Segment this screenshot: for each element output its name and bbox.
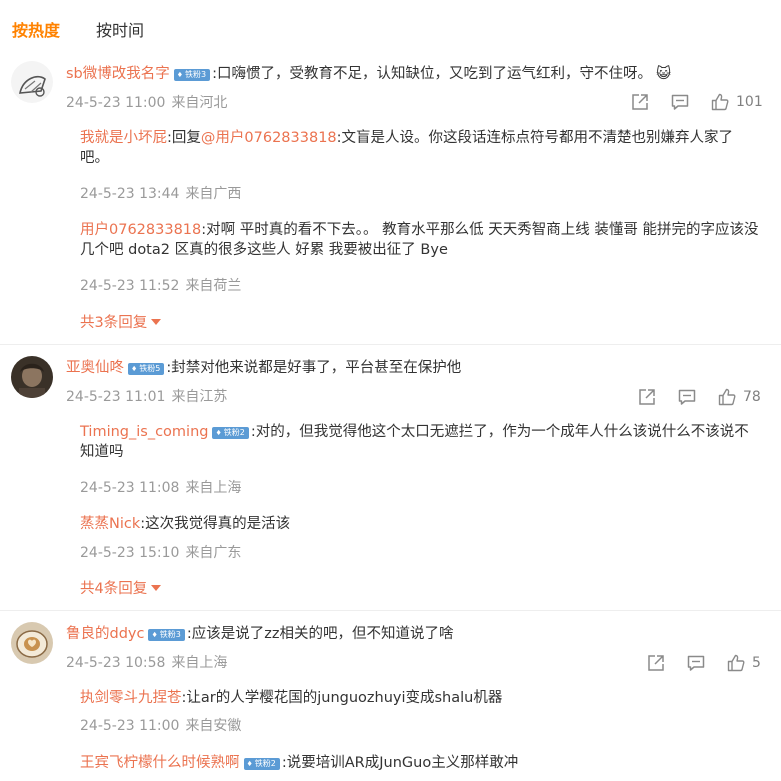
reply-text: :说要培训AR成JunGuo主义那样敢冲: [281, 755, 519, 771]
share-button[interactable]: [646, 653, 666, 673]
reply-meta: 24-5-23 11:00 来自安徽: [80, 716, 241, 736]
timestamp: 24-5-23 10:58: [66, 655, 166, 671]
comment-meta: 24-5-23 10:58 来自上海: [66, 653, 227, 673]
comment-button[interactable]: [670, 92, 690, 112]
fan-badge[interactable]: 铁粉3: [148, 629, 185, 641]
like-icon: [711, 93, 729, 111]
timestamp: 24-5-23 11:00: [80, 718, 180, 734]
reply-username[interactable]: 用户0762833818: [80, 222, 201, 238]
location: 来自河北: [171, 95, 228, 111]
reply-meta: 24-5-23 15:10 来自广东: [80, 543, 241, 563]
tab-by-hot[interactable]: 按热度: [12, 18, 60, 44]
comment-body: sb微博改我名字铁粉3:口嗨惯了，受教育不足，认知缺位，又吃到了运气红利，守不住…: [66, 64, 671, 84]
like-count: 101: [736, 94, 763, 110]
like-button[interactable]: 101: [710, 92, 763, 112]
fan-badge[interactable]: 铁粉2: [243, 758, 280, 770]
sort-tabs: 按热度 按时间: [12, 18, 144, 44]
avatar[interactable]: [11, 61, 53, 103]
comment-text: :口嗨惯了，受教育不足，认知缺位，又吃到了运气红利，守不住呀。: [212, 66, 653, 82]
expand-replies-label: 共4条回复: [80, 581, 148, 597]
fan-badge[interactable]: 铁粉2: [212, 427, 249, 439]
mention-link[interactable]: @用户0762833818: [201, 130, 337, 146]
location: 来自江苏: [171, 389, 228, 405]
avatar[interactable]: [11, 622, 53, 664]
reply-username[interactable]: 执剑零斗九捏苍: [80, 690, 182, 706]
cat-emoji-icon: 😺: [656, 66, 672, 82]
reply-body: 用户0762833818:对啊 平时真的看不下去。。 教育水平那么低 天天秀智商…: [80, 220, 760, 260]
tab-by-time[interactable]: 按时间: [96, 18, 144, 44]
reply-meta: 24-5-23 11:08 来自上海: [80, 478, 241, 498]
reply-username[interactable]: Timing_is_coming: [80, 424, 208, 440]
comment-icon: [671, 94, 689, 110]
reply-text: :这次我觉得真的是活该: [140, 516, 291, 532]
comment-meta: 24-5-23 11:00 来自河北: [66, 93, 227, 113]
like-icon: [727, 654, 745, 672]
reply-meta: 24-5-23 11:52 来自荷兰: [80, 276, 241, 296]
comment-text: :应该是说了zz相关的吧，但不知道说了啥: [186, 626, 454, 642]
location: 来自荷兰: [185, 278, 242, 294]
caret-down-icon: [151, 585, 162, 591]
reply-body: 我就是小坏屁:回复@用户0762833818:文盲是人设。你这段话连标点符号都用…: [80, 128, 760, 168]
comment-actions: 5: [646, 651, 761, 675]
timestamp: 24-5-23 13:44: [80, 186, 180, 202]
reply-meta: 24-5-23 13:44 来自广西: [80, 184, 241, 204]
reply-prefix: :回复: [167, 130, 201, 146]
avatar-image: [11, 356, 53, 398]
share-icon: [632, 94, 648, 110]
reply-username[interactable]: 蒸蒸Nick: [80, 516, 140, 532]
like-count: 78: [743, 389, 761, 405]
reply-username[interactable]: 我就是小坏屁: [80, 130, 167, 146]
comment-actions: 78: [637, 385, 761, 409]
location: 来自安徽: [185, 718, 242, 734]
share-button[interactable]: [630, 92, 650, 112]
reply-body: 王宾飞柠檬什么时候熟啊铁粉2:说要培训AR成JunGuo主义那样敢冲: [80, 753, 518, 773]
reply-body: Timing_is_coming铁粉2:对的，但我觉得他这个太口无遮拦了，作为一…: [80, 422, 760, 462]
location: 来自广西: [185, 186, 242, 202]
share-button[interactable]: [637, 387, 657, 407]
username[interactable]: 亚奥仙咚: [66, 360, 124, 376]
reply-username[interactable]: 王宾飞柠檬什么时候熟啊: [80, 755, 240, 771]
expand-replies-link[interactable]: 共3条回复: [80, 313, 162, 333]
location: 来自广东: [185, 545, 242, 561]
like-button[interactable]: 5: [726, 653, 761, 673]
comment-button[interactable]: [686, 653, 706, 673]
share-icon: [639, 389, 655, 405]
comment-icon: [678, 389, 696, 405]
fan-badge[interactable]: 铁粉5: [128, 363, 165, 375]
like-button[interactable]: 78: [717, 387, 761, 407]
like-count: 5: [752, 655, 761, 671]
comment-body: 亚奥仙咚铁粉5:封禁对他来说都是好事了，平台甚至在保护他: [66, 358, 461, 378]
avatar[interactable]: [11, 356, 53, 398]
expand-replies-label: 共3条回复: [80, 315, 148, 331]
avatar-image: [11, 622, 53, 664]
expand-replies-link[interactable]: 共4条回复: [80, 579, 162, 599]
location: 来自上海: [171, 655, 228, 671]
comment-meta: 24-5-23 11:01 来自江苏: [66, 387, 227, 407]
location: 来自上海: [185, 480, 242, 496]
reply-text: :让ar的人学樱花国的junguozhuyi变成shalu机器: [181, 690, 503, 706]
comment-actions: 101: [630, 90, 763, 114]
timestamp: 24-5-23 11:00: [66, 95, 166, 111]
comment-text: :封禁对他来说都是好事了，平台甚至在保护他: [166, 360, 462, 376]
share-icon: [648, 655, 664, 671]
comment-icon: [687, 655, 705, 671]
username[interactable]: sb微博改我名字: [66, 66, 170, 82]
timestamp: 24-5-23 11:01: [66, 389, 166, 405]
comment-body: 鲁良的ddyc 铁粉3:应该是说了zz相关的吧，但不知道说了啥: [66, 624, 453, 644]
comment-button[interactable]: [677, 387, 697, 407]
divider: [0, 610, 781, 611]
timestamp: 24-5-23 11:52: [80, 278, 180, 294]
avatar-image: [11, 61, 53, 103]
timestamp: 24-5-23 11:08: [80, 480, 180, 496]
caret-down-icon: [151, 319, 162, 325]
like-icon: [718, 388, 736, 406]
reply-body: 执剑零斗九捏苍:让ar的人学樱花国的junguozhuyi变成shalu机器: [80, 688, 502, 708]
fan-badge[interactable]: 铁粉3: [173, 69, 211, 81]
timestamp: 24-5-23 15:10: [80, 545, 180, 561]
username[interactable]: 鲁良的ddyc: [66, 626, 144, 642]
reply-body: 蒸蒸Nick:这次我觉得真的是活该: [80, 514, 290, 534]
divider: [0, 344, 781, 345]
